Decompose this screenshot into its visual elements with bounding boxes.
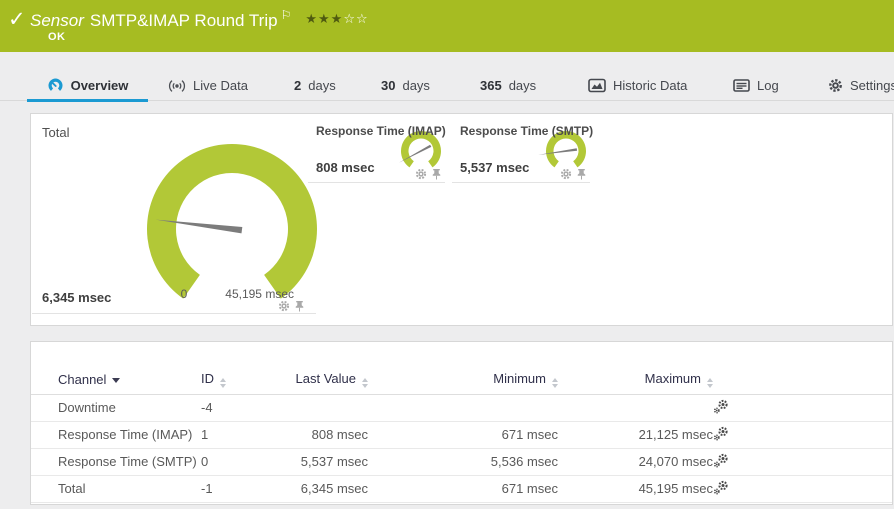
- cell-tools: [713, 394, 892, 422]
- sort-down-icon: [112, 378, 121, 384]
- gauge-tools-smtp: [560, 168, 586, 180]
- log-icon: [733, 79, 750, 92]
- sensor-title-line: Sensor SMTP&IMAP Round Trip ⚐ ★★★☆☆: [30, 8, 369, 31]
- gauge-title-imap: Response Time (IMAP): [316, 124, 446, 138]
- header-tools: [713, 366, 892, 395]
- tab-30-days[interactable]: 30 days: [381, 70, 430, 101]
- cell-id: 1: [201, 421, 276, 449]
- status-ok-check-icon: ✓: [8, 7, 26, 31]
- cell-maximum: 45,195 msec: [558, 475, 713, 503]
- channels-table: Channel ID Last Value Minimum Maximum Do…: [31, 366, 892, 503]
- cell-maximum: 21,125 msec: [558, 421, 713, 449]
- total-gauge: [147, 144, 317, 299]
- gauge-tools-total: [278, 300, 304, 312]
- header-channel[interactable]: Channel: [31, 366, 201, 395]
- cell-maximum: 24,070 msec: [558, 448, 713, 476]
- tab-historic-data[interactable]: Historic Data: [588, 70, 687, 101]
- gear-icon: [828, 78, 843, 93]
- channel-settings-gears-icon[interactable]: [713, 399, 729, 414]
- header-minimum[interactable]: Minimum: [368, 366, 558, 395]
- sort-both-icon: [220, 378, 226, 389]
- table-row-response-time-imap: Response Time (IMAP) 1 808 msec 671 msec…: [31, 421, 892, 449]
- gauge-title-total: Total: [42, 125, 70, 140]
- tab-log[interactable]: Log: [733, 70, 779, 101]
- channel-settings-gears-icon[interactable]: [713, 426, 729, 441]
- cell-last-value: 808 msec: [276, 421, 368, 449]
- sensor-tab-bar: Overview Live Data 2 days 30 days 365 da…: [0, 70, 894, 102]
- gauge-value-total: 6,345 msec: [42, 290, 112, 305]
- cell-minimum: 671 msec: [368, 475, 558, 503]
- cell-channel: Total: [31, 475, 201, 503]
- cell-channel: Response Time (SMTP): [31, 448, 201, 476]
- prtg-sensor-page: ✓ Sensor SMTP&IMAP Round Trip ⚐ ★★★☆☆ OK Ov…: [0, 0, 894, 509]
- sensor-status-text: OK: [48, 31, 66, 43]
- cell-tools: [713, 448, 892, 476]
- cell-tools: [713, 421, 892, 449]
- live-data-icon: [168, 79, 186, 93]
- pin-icon[interactable]: [432, 168, 441, 180]
- cell-maximum: [558, 394, 713, 422]
- cell-channel: Downtime: [31, 394, 201, 422]
- gauge-icon: [47, 77, 64, 94]
- cell-id: 0: [201, 448, 276, 476]
- gauge-tools-imap: [415, 168, 441, 180]
- stars-filled: ★★★: [305, 12, 344, 27]
- historic-data-icon: [588, 78, 606, 93]
- table-header-row: Channel ID Last Value Minimum Maximum: [31, 366, 892, 395]
- tab-overview[interactable]: Overview: [27, 70, 148, 102]
- header-id[interactable]: ID: [201, 366, 276, 395]
- cell-last-value: 6,345 msec: [276, 475, 368, 503]
- gauge-title-smtp: Response Time (SMTP): [460, 124, 594, 138]
- gauge-scale-min: 0: [180, 287, 188, 301]
- cell-id: -1: [201, 475, 276, 503]
- sort-both-icon: [552, 378, 558, 389]
- priority-stars[interactable]: ★★★☆☆: [305, 12, 368, 27]
- sort-both-icon: [707, 378, 713, 389]
- cell-minimum: 671 msec: [368, 421, 558, 449]
- channel-gear-icon[interactable]: [278, 300, 290, 312]
- tab-settings[interactable]: Settings: [828, 70, 894, 101]
- cell-id: -4: [201, 394, 276, 422]
- table-row-total: Total -1 6,345 msec 671 msec 45,195 msec: [31, 475, 892, 503]
- cell-minimum: 5,536 msec: [368, 448, 558, 476]
- cell-minimum: [368, 394, 558, 422]
- gauge-value-imap: 808 msec: [316, 160, 375, 175]
- gauge-tile-total: Total 0 45,195 msec 6,345 msec: [32, 115, 317, 314]
- pin-icon[interactable]: [295, 300, 304, 312]
- header-maximum[interactable]: Maximum: [558, 366, 713, 395]
- tab-365-days[interactable]: 365 days: [480, 70, 536, 101]
- sensor-title: SMTP&IMAP Round Trip: [89, 11, 278, 30]
- gauge-tile-imap: Response Time (IMAP) 808 msec: [308, 115, 446, 183]
- cell-last-value: 5,537 msec: [276, 448, 368, 476]
- sensor-type-label: Sensor: [30, 11, 84, 30]
- gauge-tile-smtp: Response Time (SMTP) 5,537 msec: [452, 115, 594, 183]
- gauge-value-smtp: 5,537 msec: [460, 160, 530, 175]
- cell-channel: Response Time (IMAP): [31, 421, 201, 449]
- channel-settings-gears-icon[interactable]: [713, 480, 729, 495]
- flag-icon[interactable]: ⚐: [281, 8, 292, 22]
- channel-gear-icon[interactable]: [415, 168, 427, 180]
- tab-2-days[interactable]: 2 days: [294, 70, 336, 101]
- sort-both-icon: [362, 378, 368, 389]
- tab-live-data[interactable]: Live Data: [168, 70, 248, 101]
- channel-settings-gears-icon[interactable]: [713, 453, 729, 468]
- pin-icon[interactable]: [577, 168, 586, 180]
- gauge-scale-max: 45,195 msec: [225, 287, 294, 301]
- overview-gauges-panel: Total 0 45,195 msec 6,345 msec Response …: [30, 113, 893, 326]
- cell-last-value: [276, 394, 368, 422]
- channel-gear-icon[interactable]: [560, 168, 572, 180]
- table-row-downtime: Downtime -4: [31, 394, 892, 422]
- header-last-value[interactable]: Last Value: [276, 366, 368, 395]
- channels-table-panel: Channel ID Last Value Minimum Maximum Do…: [30, 341, 893, 505]
- cell-tools: [713, 475, 892, 503]
- sensor-status-banner: ✓ Sensor SMTP&IMAP Round Trip ⚐ ★★★☆☆ OK: [0, 0, 894, 52]
- table-row-response-time-smtp: Response Time (SMTP) 0 5,537 msec 5,536 …: [31, 448, 892, 476]
- stars-empty: ☆☆: [343, 12, 369, 27]
